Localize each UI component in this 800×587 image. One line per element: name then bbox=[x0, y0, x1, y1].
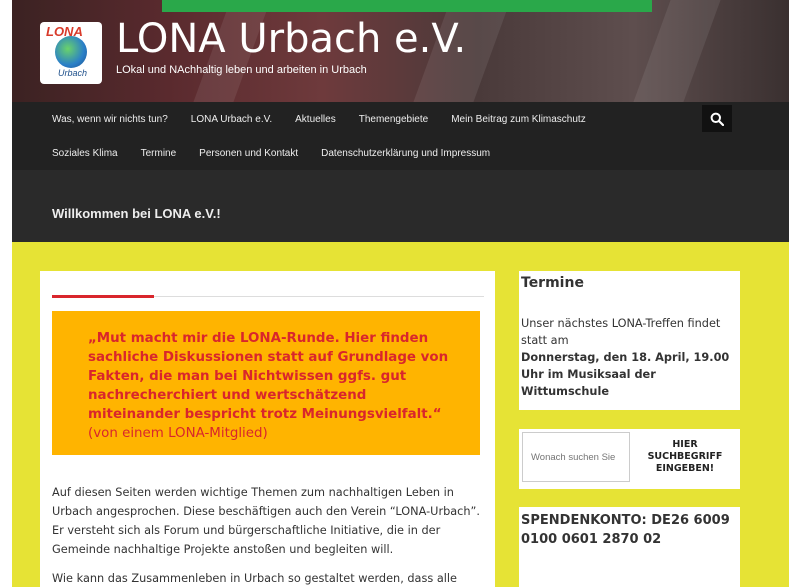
nav-item-soziales-klima[interactable]: Soziales Klima bbox=[52, 148, 118, 159]
search-submit-button[interactable]: HIER SUCHBEGRIFF EINGEBEN! bbox=[633, 432, 737, 482]
termine-text: Unser nächstes LONA-Treffen findet statt… bbox=[521, 315, 739, 400]
divider bbox=[154, 296, 484, 297]
search-widget: HIER SUCHBEGRIFF EINGEBEN! bbox=[519, 429, 740, 489]
nav-row-2: Soziales Klima Termine Personen und Kont… bbox=[52, 148, 513, 159]
accent-line bbox=[52, 295, 154, 298]
nav-item-lona-urbach[interactable]: LONA Urbach e.V. bbox=[191, 114, 272, 125]
nav-item-was-wenn[interactable]: Was, wenn wir nichts tun? bbox=[52, 114, 168, 125]
site-logo[interactable]: LONA Urbach bbox=[40, 22, 102, 84]
main-content: „Mut macht mir die LONA-Runde. Hier find… bbox=[40, 271, 495, 587]
search-input[interactable] bbox=[522, 432, 630, 482]
termine-widget: Termine Unser nächstes LONA-Treffen find… bbox=[519, 271, 740, 410]
logo-text-bottom: Urbach bbox=[58, 68, 88, 78]
site-header: LONA Urbach LONA Urbach e.V. LOkal und N… bbox=[12, 0, 789, 102]
quote-box: „Mut macht mir die LONA-Runde. Hier find… bbox=[52, 311, 480, 455]
nav-item-datenschutz[interactable]: Datenschutzerklärung und Impressum bbox=[321, 148, 490, 159]
termine-intro: Unser nächstes LONA-Treffen findet statt… bbox=[521, 317, 721, 347]
spendenkonto-title: SPENDENKONTO: DE26 6009 0100 0601 2870 0… bbox=[521, 513, 730, 547]
nav-row-1: Was, wenn wir nichts tun? LONA Urbach e.… bbox=[52, 114, 609, 125]
search-icon bbox=[710, 112, 724, 126]
nav-item-klimaschutz[interactable]: Mein Beitrag zum Klimaschutz bbox=[451, 114, 586, 125]
quote-text: „Mut macht mir die LONA-Runde. Hier find… bbox=[88, 331, 449, 422]
page-title-bar: Willkommen bei LONA e.V.! bbox=[12, 170, 789, 242]
header-green-bar bbox=[162, 0, 652, 12]
page: LONA Urbach LONA Urbach e.V. LOkal und N… bbox=[12, 0, 789, 587]
main-navigation: Was, wenn wir nichts tun? LONA Urbach e.… bbox=[12, 102, 789, 170]
globe-icon bbox=[55, 36, 87, 68]
site-description: LOkal und NAchhaltig leben und arbeiten … bbox=[116, 64, 367, 76]
logo-text-top: LONA bbox=[46, 24, 83, 39]
nav-item-personen-kontakt[interactable]: Personen und Kontakt bbox=[199, 148, 298, 159]
site-title[interactable]: LONA Urbach e.V. bbox=[116, 16, 466, 62]
page-title: Willkommen bei LONA e.V.! bbox=[52, 206, 221, 221]
quote: „Mut macht mir die LONA-Runde. Hier find… bbox=[88, 329, 458, 443]
termine-date: Donnerstag, den 18. April, 19.00 Uhr im … bbox=[521, 351, 730, 398]
intro-paragraph: Auf diesen Seiten werden wichtige Themen… bbox=[52, 486, 481, 556]
nav-item-aktuelles[interactable]: Aktuelles bbox=[295, 114, 336, 125]
nav-item-termine[interactable]: Termine bbox=[141, 148, 177, 159]
header-decoration bbox=[633, 0, 721, 102]
widget-title: Termine bbox=[521, 275, 584, 291]
spenden-widget: SPENDENKONTO: DE26 6009 0100 0601 2870 0… bbox=[519, 507, 740, 587]
nav-item-themengebiete[interactable]: Themengebiete bbox=[359, 114, 429, 125]
second-paragraph: Wie kann das Zusammenleben in Urbach so … bbox=[52, 572, 457, 585]
search-toggle-button[interactable] bbox=[702, 105, 732, 132]
quote-attribution: (von einem LONA-Mitglied) bbox=[88, 426, 268, 441]
